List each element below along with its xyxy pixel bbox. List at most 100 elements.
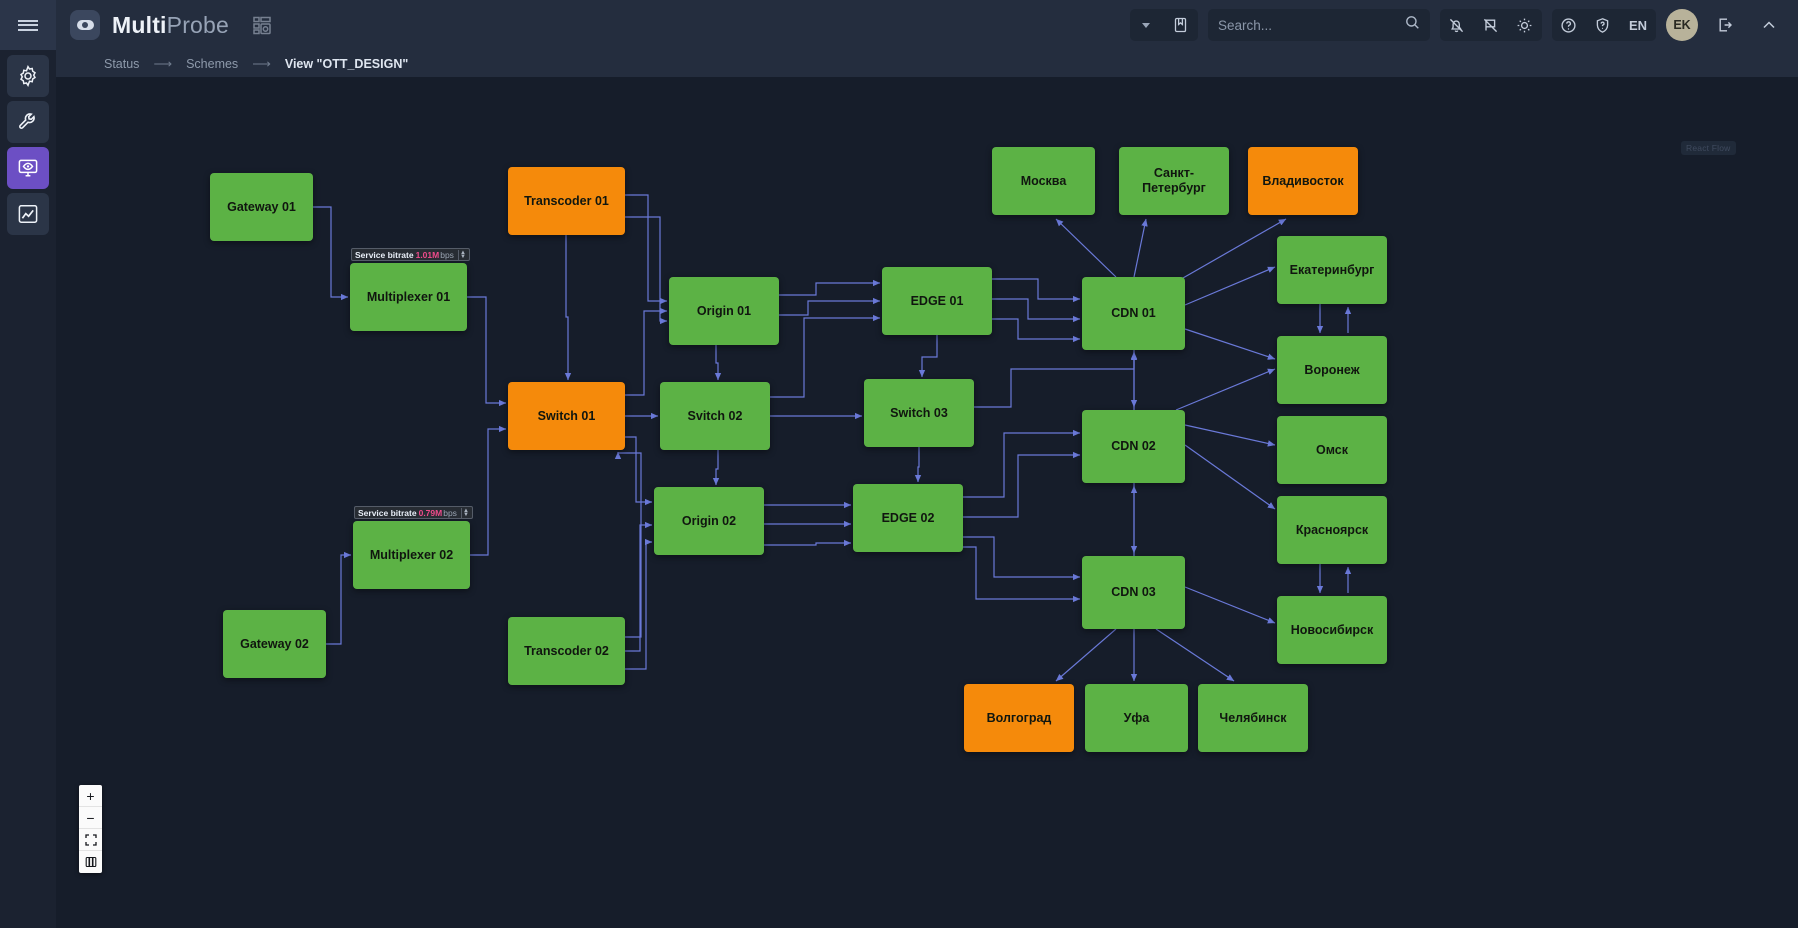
notification-group xyxy=(1439,9,1542,41)
diagram-node-label: EDGE 01 xyxy=(910,293,964,308)
diagram-node-label: Transcoder 02 xyxy=(524,643,609,658)
diagram-node-label: Multiplexer 02 xyxy=(369,547,454,562)
diagram-node-label: CDN 02 xyxy=(1111,439,1156,453)
diagram-node-mux02[interactable]: Multiplexer 02 xyxy=(353,521,470,589)
diagram-node-ufa[interactable]: Уфа xyxy=(1085,684,1188,752)
bitrate-stepper-icon[interactable]: ▲ ▼ xyxy=(457,249,467,260)
left-rail xyxy=(0,50,56,928)
breadcrumb-item-schemes[interactable]: Schemes xyxy=(186,57,238,71)
diagram-node-sw03[interactable]: Switch 03 xyxy=(864,379,974,447)
zoom-in-button[interactable]: + xyxy=(79,785,102,807)
help-group: EN xyxy=(1551,9,1656,41)
diagram-node-or01[interactable]: Origin 01 xyxy=(669,277,779,345)
diagram-node-label: EDGE 02 xyxy=(881,510,935,525)
search-input[interactable] xyxy=(1217,17,1397,33)
breadcrumb-separator: ⟶ xyxy=(252,55,271,71)
diagram-node-label: Санкт-Петербург xyxy=(1142,166,1206,195)
bookmark-group xyxy=(1129,9,1198,41)
breadcrumb-item-current: View "OTT_DESIGN" xyxy=(284,56,409,71)
brand-name: MultiProbe xyxy=(112,12,229,39)
diagram-node-mux01[interactable]: Multiplexer 01 xyxy=(350,263,467,331)
topbar-actions: EN EK xyxy=(1129,9,1798,41)
diagram-node-tr02[interactable]: Transcoder 02 xyxy=(508,617,625,685)
zoom-controls: + − xyxy=(79,785,102,873)
diagram-node-cdn02[interactable]: CDN 02 xyxy=(1082,410,1185,483)
diagram-node-label: Москва xyxy=(1020,173,1067,188)
bitrate-badge-mux01[interactable]: Service bitrate 1.01M bps ▲ ▼ xyxy=(351,248,470,261)
flag-muted-icon[interactable] xyxy=(1474,9,1508,41)
diagram-node-label: Уфа xyxy=(1123,710,1150,725)
diagram-node-label: Gateway 01 xyxy=(227,199,296,214)
diagram-node-label: Origin 02 xyxy=(681,513,737,528)
diagram-node-ed01[interactable]: EDGE 01 xyxy=(882,267,992,335)
chevron-up-icon[interactable] xyxy=(1752,9,1786,41)
bell-muted-icon[interactable] xyxy=(1440,9,1474,41)
diagram-node-vrn[interactable]: Воронеж xyxy=(1277,336,1387,404)
diagram-canvas[interactable]: React Flow Gateway 01 Service bitrate 1.… xyxy=(56,77,1798,928)
diagram-node-label: Владивосток xyxy=(1262,173,1344,188)
dashboard-grid-icon[interactable] xyxy=(251,14,273,36)
diagram-node-vlg[interactable]: Волгоград xyxy=(964,684,1074,752)
avatar[interactable]: EK xyxy=(1666,9,1698,41)
interactivity-lock-icon[interactable] xyxy=(79,851,102,873)
diagram-node-label: Gateway 02 xyxy=(240,636,309,651)
diagram-node-msk[interactable]: Москва xyxy=(992,147,1095,215)
brand: MultiProbe xyxy=(70,10,229,40)
hamburger-icon[interactable] xyxy=(0,0,56,50)
breadcrumb-item-status[interactable]: Status xyxy=(104,57,139,71)
bitrate-unit: bps xyxy=(440,249,454,260)
diagram-node-label: Воронеж xyxy=(1304,362,1360,377)
sidebar-item-analytics[interactable] xyxy=(7,193,49,235)
brightness-icon[interactable] xyxy=(1508,9,1542,41)
diagram-node-label: Новосибирск xyxy=(1290,622,1374,637)
diagram-node-vlad[interactable]: Владивосток xyxy=(1248,147,1358,215)
diagram-node-chel[interactable]: Челябинск xyxy=(1198,684,1308,752)
brand-name-light: Probe xyxy=(166,11,230,38)
diagram-node-spb[interactable]: Санкт-Петербург xyxy=(1119,147,1229,215)
bitrate-unit: bps xyxy=(443,507,457,518)
bitrate-value: 1.01M xyxy=(415,249,440,260)
fit-view-icon[interactable] xyxy=(79,829,102,851)
diagram-node-sw02[interactable]: Svitch 02 xyxy=(660,382,770,450)
breadcrumb-separator: ⟶ xyxy=(153,55,173,71)
diagram-node-label: Switch 03 xyxy=(890,405,948,420)
diagram-node-ekb[interactable]: Екатеринбург xyxy=(1277,236,1387,304)
diagram-node-label: Origin 01 xyxy=(696,303,752,318)
diagram-node-kras[interactable]: Красноярск xyxy=(1277,496,1387,564)
sidebar-item-monitoring[interactable] xyxy=(7,147,49,189)
react-flow-attribution[interactable]: React Flow xyxy=(1681,141,1736,155)
question-circle-icon[interactable] xyxy=(1552,9,1586,41)
diagram-node-ed02[interactable]: EDGE 02 xyxy=(853,484,963,552)
logout-icon[interactable] xyxy=(1708,9,1742,41)
diagram-node-gw01[interactable]: Gateway 01 xyxy=(210,173,313,241)
bitrate-label: Service bitrate xyxy=(358,507,417,518)
shield-question-icon[interactable] xyxy=(1586,9,1620,41)
brand-name-bold: Multi xyxy=(112,11,167,38)
breadcrumb: Status ⟶ Schemes ⟶ View "OTT_DESIGN" xyxy=(56,50,1798,77)
diagram-node-or02[interactable]: Origin 02 xyxy=(654,487,764,555)
sidebar-item-tools[interactable] xyxy=(7,101,49,143)
zoom-out-button[interactable]: − xyxy=(79,807,102,829)
search-icon[interactable] xyxy=(1405,15,1420,35)
diagram-node-nsk[interactable]: Новосибирск xyxy=(1277,596,1387,664)
chevron-down-icon[interactable] xyxy=(1130,9,1164,41)
bitrate-value: 0.79M xyxy=(418,507,443,518)
diagram-node-sw01[interactable]: Switch 01 xyxy=(508,382,625,450)
diagram-node-gw02[interactable]: Gateway 02 xyxy=(223,610,326,678)
diagram-node-label: Красноярск xyxy=(1295,522,1369,537)
diagram-node-tr01[interactable]: Transcoder 01 xyxy=(508,167,625,235)
language-selector[interactable]: EN xyxy=(1620,18,1656,33)
search-box[interactable] xyxy=(1207,9,1430,41)
diagram-node-label: Transcoder 01 xyxy=(524,193,609,208)
bitrate-badge-mux02[interactable]: Service bitrate 0.79M bps ▲ ▼ xyxy=(354,506,473,519)
bitrate-stepper-icon[interactable]: ▲ ▼ xyxy=(460,507,470,518)
sidebar-item-settings[interactable] xyxy=(7,55,49,97)
diagram-node-cdn03[interactable]: CDN 03 xyxy=(1082,556,1185,629)
diagram-node-omsk[interactable]: Омск xyxy=(1277,416,1387,484)
bookmark-icon[interactable] xyxy=(1164,9,1198,41)
diagram-node-label: CDN 01 xyxy=(1111,306,1156,320)
diagram-node-cdn01[interactable]: CDN 01 xyxy=(1082,277,1185,350)
diagram-node-label: Екатеринбург xyxy=(1289,262,1375,277)
top-bar: MultiProbe Search... EN EK xyxy=(0,0,1798,50)
diagram-node-label: Switch 01 xyxy=(537,408,596,423)
